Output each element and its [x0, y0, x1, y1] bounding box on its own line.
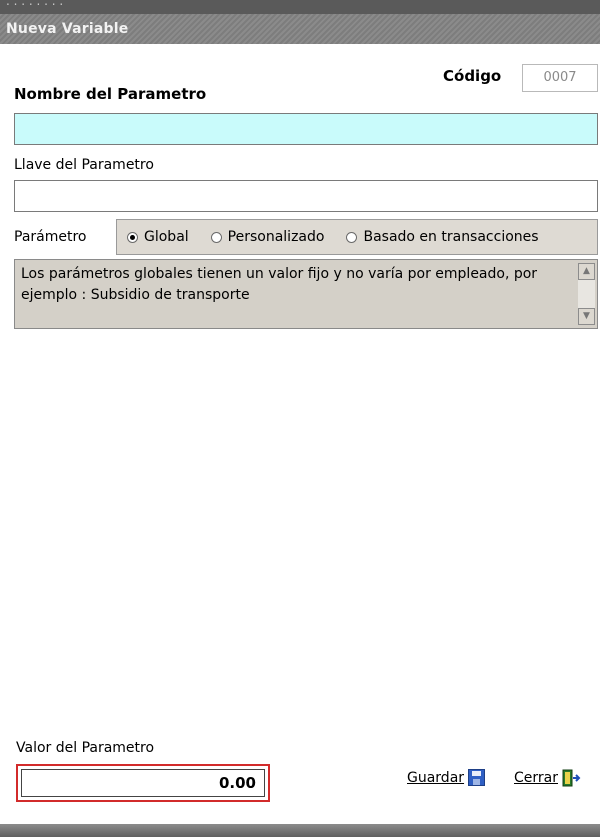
radio-personalizado[interactable]: Personalizado: [210, 229, 325, 245]
parametro-description-box: Los parámetros globales tienen un valor …: [14, 259, 598, 329]
codigo-label: Código: [443, 67, 502, 85]
exit-door-icon: [562, 769, 581, 787]
radio-global-label: Global: [144, 229, 189, 245]
status-strip: [0, 824, 600, 837]
radio-personalizado-indicator[interactable]: [210, 231, 222, 243]
codigo-field: 0007: [522, 64, 598, 92]
llave-label: Llave del Parametro: [14, 157, 154, 173]
radio-personalizado-label: Personalizado: [227, 229, 325, 245]
guardar-button[interactable]: Guardar: [407, 769, 486, 786]
parametro-description-text: Los parámetros globales tienen un valor …: [21, 266, 538, 303]
scroll-up-icon[interactable]: ▲: [578, 263, 595, 280]
guardar-label: Guardar: [407, 769, 465, 786]
scroll-down-icon[interactable]: ▼: [578, 308, 595, 325]
valor-field-highlight: 0.00: [16, 764, 270, 802]
window-title-bar: Nueva Variable: [0, 14, 600, 44]
parent-window-strip: . . . . . . . .: [0, 0, 600, 14]
parent-window-ghost-text: . . . . . . . .: [6, 0, 64, 8]
nombre-input[interactable]: [14, 113, 598, 145]
parametro-radio-group: Global Personalizado Basado en transacci…: [116, 219, 598, 255]
nombre-label: Nombre del Parametro: [14, 85, 207, 103]
floppy-disk-icon: [468, 769, 486, 786]
description-scrollbar[interactable]: ▲ ▼: [578, 263, 595, 325]
cerrar-button[interactable]: Cerrar: [514, 769, 581, 787]
valor-label: Valor del Parametro: [16, 740, 155, 756]
parametro-label: Parámetro: [14, 229, 87, 245]
window-title: Nueva Variable: [6, 21, 129, 37]
valor-input[interactable]: 0.00: [21, 769, 265, 797]
cerrar-label: Cerrar: [514, 770, 558, 786]
radio-basado-transacciones-label: Basado en transacciones: [363, 229, 539, 245]
radio-global[interactable]: Global: [127, 229, 189, 245]
llave-input[interactable]: [14, 180, 598, 212]
radio-basado-transacciones[interactable]: Basado en transacciones: [346, 229, 539, 245]
radio-global-indicator[interactable]: [127, 231, 138, 243]
radio-basado-transacciones-indicator[interactable]: [346, 231, 358, 243]
